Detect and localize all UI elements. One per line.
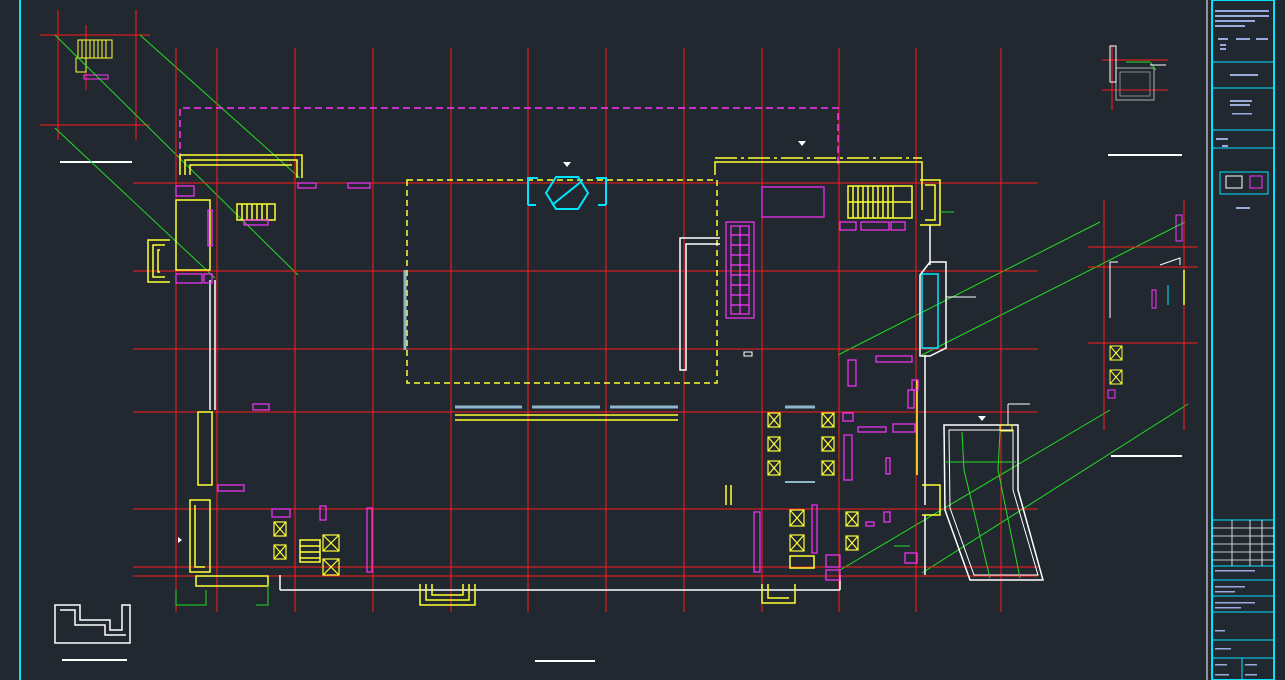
model-space-background	[0, 0, 1285, 680]
cad-drawing-canvas[interactable]	[0, 0, 1285, 680]
